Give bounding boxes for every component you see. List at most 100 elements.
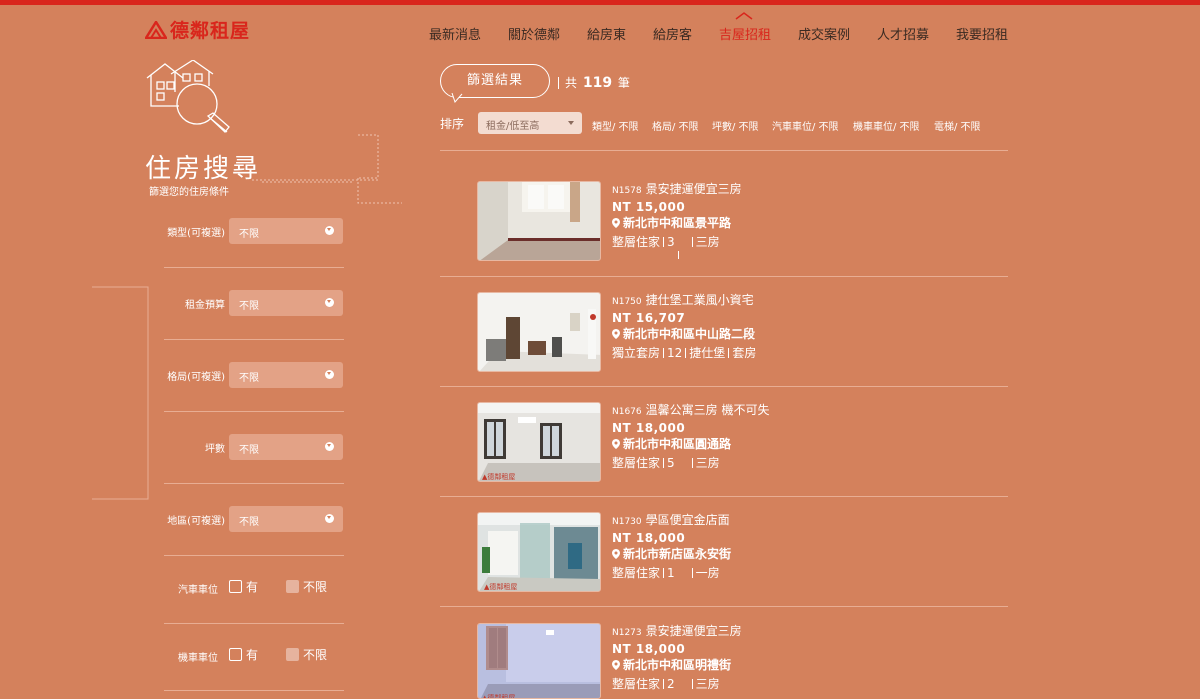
divider <box>164 339 344 340</box>
option-label: 有 <box>246 648 259 662</box>
divider <box>164 555 344 556</box>
listing-address: 新北市中和區圓通路 <box>612 436 992 453</box>
address-text: 新北市中和區景平路 <box>623 216 732 230</box>
nav-cases[interactable]: 成交案例 <box>798 24 850 43</box>
speech-tail-icon <box>451 93 463 103</box>
listing-photo[interactable] <box>477 181 601 261</box>
filter-type: 類型(可複選) 不限 <box>164 218 344 244</box>
listing-card[interactable]: ▲德鄰租屋 N1273 景安捷運便宜三房 NT 18,000 新北市中和區明禮街 … <box>440 623 1008 699</box>
address-text: 新北市中和區圓通路 <box>623 437 732 451</box>
checkbox[interactable] <box>229 580 242 593</box>
listing-title[interactable]: N1730 學區便宜金店面 <box>612 512 992 530</box>
divider <box>440 150 1008 151</box>
filter-layout-select[interactable]: 不限 <box>229 362 343 388</box>
logo[interactable]: 德鄰租屋 <box>145 16 250 43</box>
listing-address: 新北市新店區永安街 <box>612 546 992 563</box>
nav-listings[interactable]: 吉屋招租 <box>719 24 771 43</box>
listing-name: 景安捷運便宜三房 <box>645 182 742 196</box>
tag-layout: 三房 <box>695 677 720 691</box>
address-text: 新北市中和區明禮街 <box>623 658 732 672</box>
listing-info: N1750 捷仕堡工業風小資宅 NT 16,707 新北市中和區中山路二段 獨立套… <box>612 292 992 363</box>
address-text: 新北市新店區永安街 <box>623 547 732 561</box>
filter-district-select[interactable]: 不限 <box>229 506 343 532</box>
nav-about[interactable]: 關於德鄰 <box>508 24 560 43</box>
checkbox[interactable] <box>229 648 242 661</box>
nav-tenant[interactable]: 給房客 <box>653 24 692 43</box>
listing-photo[interactable] <box>477 292 601 372</box>
filter-rent-select[interactable]: 不限 <box>229 290 343 316</box>
count-number: 119 <box>582 75 613 91</box>
location-pin-icon <box>612 549 620 559</box>
tag-type: 整層住家 <box>612 456 661 470</box>
filter-type-select[interactable]: 不限 <box>229 218 343 244</box>
listing-card[interactable]: N1578 景安捷運便宜三房 NT 15,000 新北市中和區景平路 整層住家 3 三… <box>440 181 1008 291</box>
listing-name: 捷仕堡工業風小資宅 <box>645 293 754 307</box>
listing-tags: 整層住家 1 一房 <box>612 563 992 583</box>
sidebar-title: 住房搜尋 <box>145 154 262 184</box>
count-prefix: 共 <box>565 76 578 90</box>
listing-title[interactable]: N1676 溫馨公寓三房 機不可失 <box>612 402 992 420</box>
listing-address: 新北市中和區景平路 <box>612 215 992 232</box>
nav-post-listing[interactable]: 我要招租 <box>956 24 1008 43</box>
listing-photo[interactable]: ▲德鄰租屋 <box>477 512 601 592</box>
listing-title[interactable]: N1750 捷仕堡工業風小資宅 <box>612 292 992 310</box>
chip-layout[interactable]: 格局/ 不限 <box>652 118 699 133</box>
listing-address: 新北市中和區明禮街 <box>612 657 992 674</box>
divider <box>691 237 693 247</box>
listing-code: N1578 <box>612 186 642 196</box>
listing-title[interactable]: N1578 景安捷運便宜三房 <box>612 181 992 199</box>
tag-size: 5 <box>667 456 675 470</box>
listing-title[interactable]: N1273 景安捷運便宜三房 <box>612 623 992 641</box>
scooter-parking-yes[interactable]: 有 <box>229 646 258 663</box>
logo-text: 德鄰租屋 <box>170 20 251 42</box>
chip-elevator[interactable]: 電梯/ 不限 <box>934 118 981 133</box>
divider <box>691 679 693 689</box>
divider <box>685 348 687 358</box>
scooter-parking-any[interactable]: 不限 <box>286 646 327 663</box>
tag-layout: 一房 <box>695 566 720 580</box>
sidebar-bracket-deco <box>92 286 149 500</box>
sort-select[interactable]: 租金/低至高 <box>478 112 582 134</box>
chip-area[interactable]: 坪數/ 不限 <box>712 118 759 133</box>
divider <box>164 411 344 412</box>
divider <box>691 458 693 468</box>
divider <box>663 679 665 689</box>
chevron-down-icon <box>325 370 334 379</box>
listing-photo[interactable]: ▲德鄰租屋 <box>477 623 601 699</box>
listing-photo[interactable]: ▲德鄰租屋 <box>477 402 601 482</box>
listing-price: NT 18,000 <box>612 531 686 545</box>
sort-label: 排序 <box>440 117 465 131</box>
listing-info: N1273 景安捷運便宜三房 NT 18,000 新北市中和區明禮街 整層住家 2 三… <box>612 623 992 694</box>
divider <box>663 568 665 578</box>
nav-careers[interactable]: 人才招募 <box>877 24 929 43</box>
divider <box>164 267 344 268</box>
listing-tags: 獨立套房 12 捷仕堡 套房 <box>612 343 992 363</box>
divider <box>164 483 344 484</box>
svg-text:▲德鄰租屋: ▲德鄰租屋 <box>484 582 517 591</box>
nav-landlord[interactable]: 給房東 <box>587 24 626 43</box>
option-label: 有 <box>246 580 259 594</box>
tag-layout: 三房 <box>695 235 720 249</box>
logo-mark-icon <box>145 20 167 39</box>
listing-price: NT 15,000 <box>612 200 686 214</box>
filter-area: 坪數 不限 <box>164 434 344 460</box>
divider <box>663 458 665 468</box>
checkbox[interactable] <box>286 648 299 661</box>
chip-type[interactable]: 類型/ 不限 <box>592 118 639 133</box>
chevron-down-icon <box>325 442 334 451</box>
option-label: 不限 <box>303 648 328 662</box>
car-parking-any[interactable]: 不限 <box>286 578 327 595</box>
chip-scooter-parking[interactable]: 機車車位/ 不限 <box>853 118 920 133</box>
filter-label: 租金預算 <box>185 300 225 311</box>
filter-scooter-parking: 機車車位 有 不限 <box>164 646 344 666</box>
car-parking-yes[interactable]: 有 <box>229 578 258 595</box>
listing-info: N1578 景安捷運便宜三房 NT 15,000 新北市中和區景平路 整層住家 3 三… <box>612 181 992 252</box>
nav-news[interactable]: 最新消息 <box>429 24 481 43</box>
filter-area-select[interactable]: 不限 <box>229 434 343 460</box>
checkbox[interactable] <box>286 580 299 593</box>
chevron-down-icon <box>325 514 334 523</box>
chip-car-parking[interactable]: 汽車車位/ 不限 <box>772 118 839 133</box>
filter-car-parking: 汽車車位 有 不限 <box>164 578 344 598</box>
filter-value: 不限 <box>239 445 259 456</box>
divider <box>164 690 344 691</box>
